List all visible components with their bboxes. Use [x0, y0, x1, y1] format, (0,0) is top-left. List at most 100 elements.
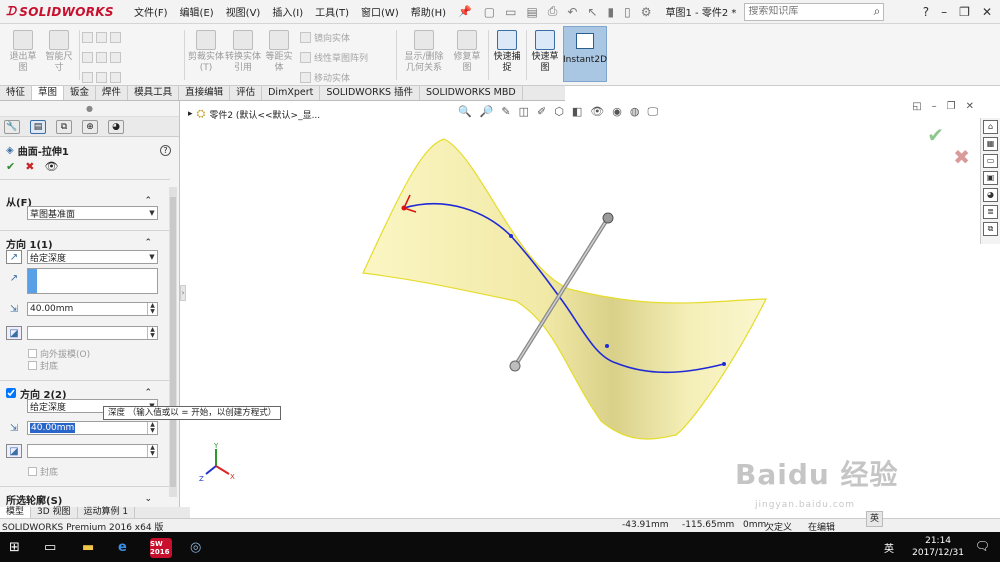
spline-point[interactable] [509, 234, 513, 238]
dimxpert-manager-tab-icon[interactable]: ⊕ [82, 119, 98, 134]
linear-pattern-button[interactable]: 线性草图阵列 [300, 50, 368, 64]
instant2d-button[interactable]: Instant2D [563, 26, 607, 82]
collapse-chevron-icon[interactable]: ⌃ [144, 238, 152, 248]
exit-sketch-button[interactable]: 退出草图 [6, 26, 40, 84]
view-orientation-icon[interactable]: ⬡ [554, 105, 564, 119]
new-doc-icon[interactable]: ▢ [484, 5, 495, 19]
scrollbar-thumb[interactable] [170, 197, 176, 487]
convert-entities-button[interactable]: 转换实体引用 [225, 26, 261, 84]
expand-chevron-icon[interactable]: ⌄ [144, 494, 152, 504]
direction1-section-header[interactable]: 方向 1(1) ⌃ [0, 235, 170, 251]
file-explorer-icon[interactable]: ▭ [983, 154, 998, 168]
solidworks-taskbar-icon[interactable]: SW 2016 [150, 538, 172, 558]
close-button[interactable]: ✕ [982, 5, 992, 19]
collapse-chevron-icon[interactable]: ⌃ [144, 388, 152, 398]
search-icon[interactable]: ⌕ [874, 4, 881, 19]
previous-view-icon[interactable]: ✎ [501, 105, 510, 119]
menu-window[interactable]: 窗口(W) [355, 4, 405, 19]
selected-contours-section-header[interactable]: 所选轮廓(S) ⌄ [0, 491, 170, 507]
view-palette-icon[interactable]: ▣ [983, 171, 998, 185]
minimize-button[interactable]: – [941, 5, 947, 19]
tab-direct-editing[interactable]: 直接编辑 [179, 86, 231, 100]
direction2-checkbox[interactable] [6, 388, 16, 398]
options-gear-icon[interactable]: ⚙ [641, 5, 652, 19]
spin-arrows-icon[interactable]: ▲ ▼ [147, 445, 157, 457]
property-manager-tab-icon[interactable]: ▤ [30, 119, 46, 134]
zoom-to-fit-icon[interactable]: 🔍 [458, 105, 472, 119]
panel-scrollbar[interactable] [169, 187, 177, 497]
search-input[interactable] [748, 6, 849, 17]
help-question-icon[interactable]: ? [923, 5, 929, 19]
reverse-direction-icon[interactable]: ↗ [6, 250, 22, 264]
viewport-close-icon[interactable]: ✕ [966, 101, 974, 112]
file-explorer-taskbar-icon[interactable]: ▬ [82, 538, 94, 556]
viewport-minimize-icon[interactable]: – [932, 101, 937, 112]
appearances-icon[interactable]: ◕ [983, 188, 998, 202]
dynamic-annotation-icon[interactable]: ✐ [537, 105, 546, 119]
direction2-draft-angle-input[interactable]: ▲ ▼ [27, 444, 158, 458]
menu-view[interactable]: 视图(V) [220, 4, 267, 19]
expand-arrow-icon[interactable]: ▸ [188, 109, 193, 119]
home-icon[interactable]: ⌂ [983, 120, 998, 134]
checkbox-box[interactable] [28, 349, 37, 358]
menu-file[interactable]: 文件(F) [128, 4, 174, 19]
tab-mold-tools[interactable]: 模具工具 [128, 86, 180, 100]
spline-point[interactable] [605, 344, 609, 348]
draft-toggle-icon[interactable]: ◪ [6, 326, 22, 340]
viewport-restore-icon[interactable]: ◱ [912, 101, 921, 112]
display-style-icon[interactable]: ◧ [572, 105, 582, 119]
file-props-icon[interactable]: ▯ [624, 5, 631, 19]
confirm-corner-ok-icon[interactable]: ✔ [927, 123, 944, 147]
tab-mbd[interactable]: SOLIDWORKS MBD [420, 86, 523, 100]
tab-sheet-metal[interactable]: 钣金 [64, 86, 97, 100]
undo-icon[interactable]: ↶ [567, 5, 577, 19]
panel-grip-handle[interactable]: ● [0, 101, 179, 117]
menu-insert[interactable]: 插入(I) [266, 4, 309, 19]
cap-end-1-checkbox[interactable]: 封底 [28, 359, 58, 372]
hide-show-icon[interactable]: 👁 [590, 105, 604, 119]
spin-arrows-icon[interactable]: ▲ ▼ [147, 327, 157, 339]
task-view-icon[interactable]: ▭ [44, 538, 56, 556]
tab-addins[interactable]: SOLIDWORKS 插件 [320, 86, 421, 100]
ok-check-icon[interactable]: ✔ [6, 160, 15, 173]
input-language[interactable]: 英 [884, 540, 894, 555]
view-settings-icon[interactable]: 🖵 [647, 105, 658, 119]
search-box[interactable]: ⌕ [744, 2, 885, 21]
custom-properties-icon[interactable]: ≣ [983, 205, 998, 219]
spin-arrows-icon[interactable]: ▲ ▼ [147, 422, 157, 434]
pin-icon[interactable]: 📌 [458, 5, 472, 18]
feature-tree-flyout[interactable]: ▸ ⛭ 零件2 (默认<<默认>_显... [188, 107, 320, 121]
direction1-end-condition-select[interactable]: 给定深度 ▼ [27, 250, 158, 264]
tab-sketch[interactable]: 草图 [32, 86, 65, 100]
from-select[interactable]: 草图基准面 ▼ [27, 206, 158, 220]
windows-start-icon[interactable]: ⊞ [9, 538, 20, 556]
cap-end-2-checkbox[interactable]: 封底 [28, 465, 58, 478]
ime-tray[interactable]: 英 [866, 511, 884, 527]
tab-evaluate[interactable]: 评估 [230, 86, 263, 100]
direction1-draft-angle-input[interactable]: ▲ ▼ [27, 326, 158, 340]
offset-entities-button[interactable]: 等距实体 [262, 26, 296, 84]
edge-browser-icon[interactable]: e [118, 538, 127, 556]
viewport-tile-icon[interactable]: ❐ [947, 101, 956, 112]
menu-edit[interactable]: 编辑(E) [174, 4, 220, 19]
preview-eye-icon[interactable]: 👁 [44, 160, 58, 173]
print-icon[interactable]: ⎙ [548, 4, 558, 19]
feature-manager-tab-icon[interactable]: 🔧 [4, 119, 20, 134]
apply-scene-icon[interactable]: ◍ [630, 105, 640, 119]
line-tool[interactable] [82, 30, 121, 44]
direction1-depth-input[interactable]: 40.00mm ▲ ▼ [27, 302, 158, 316]
repair-sketch-button[interactable]: 修复草图 [450, 26, 484, 84]
display-relations-button[interactable]: 显示/删除几何关系 [400, 26, 448, 84]
tab-weldments[interactable]: 焊件 [96, 86, 129, 100]
spline-tool[interactable] [82, 70, 121, 84]
tab-model[interactable]: 模型 [0, 507, 32, 518]
checkbox-box[interactable] [28, 361, 37, 370]
select-icon[interactable]: ↖ [587, 5, 597, 19]
smart-dimension-button[interactable]: 智能尺寸 [42, 26, 76, 84]
open-icon[interactable]: ▭ [505, 5, 516, 19]
section-view-icon[interactable]: ◫ [519, 105, 529, 119]
solidworks-logo[interactable]: ᗪ SOLIDWORKS [0, 0, 128, 24]
direction1-reference-field[interactable] [27, 268, 158, 294]
design-library-icon[interactable]: ▦ [983, 137, 998, 151]
edit-appearance-icon[interactable]: ◉ [612, 105, 622, 119]
